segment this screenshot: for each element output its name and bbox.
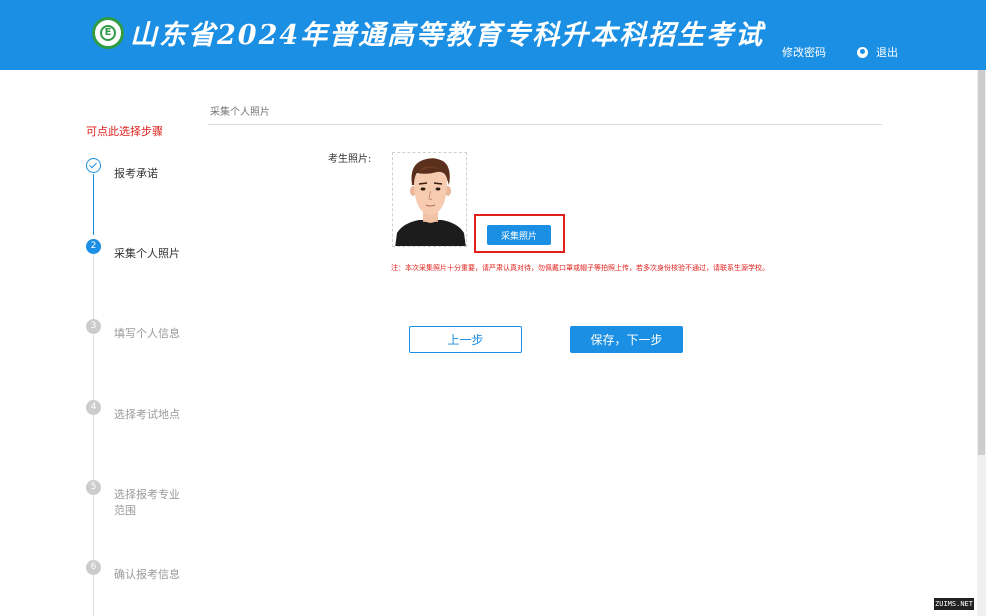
step-1-label[interactable]: 报考承诺 bbox=[114, 166, 186, 182]
step-2-label[interactable]: 采集个人照片 bbox=[114, 246, 186, 262]
watermark: ZUIMS.NET bbox=[934, 598, 974, 610]
step-connector bbox=[93, 335, 94, 401]
photo-notice: 注：本次采集照片十分重要，请严肃认真对待，勿佩戴口罩或帽子等拍照上传，若多次身份… bbox=[391, 264, 769, 272]
step-connector bbox=[93, 254, 94, 321]
step-3-label[interactable]: 填写个人信息 bbox=[114, 326, 186, 342]
step-2-marker[interactable]: 2 bbox=[86, 239, 101, 254]
top-header: E 山东省2024年普通高等教育专科升本科招生考试 修改密码 退出 bbox=[0, 0, 986, 70]
steps-hint: 可点此选择步骤 bbox=[86, 125, 163, 138]
section-divider bbox=[208, 124, 882, 125]
capture-photo-button[interactable]: 采集照片 bbox=[487, 225, 551, 245]
user-icon bbox=[857, 46, 868, 58]
previous-step-button[interactable]: 上一步 bbox=[409, 326, 522, 353]
section-title: 采集个人照片 bbox=[210, 107, 270, 118]
step-5-marker[interactable]: 5 bbox=[86, 480, 101, 495]
step-4-label[interactable]: 选择考试地点 bbox=[114, 407, 186, 423]
step-1-check-icon[interactable] bbox=[86, 158, 101, 173]
step-connector bbox=[93, 174, 94, 235]
vertical-scrollbar[interactable] bbox=[977, 70, 986, 616]
save-next-button[interactable]: 保存，下一步 bbox=[570, 326, 683, 353]
step-connector bbox=[93, 495, 94, 561]
avatar-placeholder-icon bbox=[395, 158, 466, 246]
photo-label: 考生照片: bbox=[328, 154, 372, 165]
step-3-marker[interactable]: 3 bbox=[86, 319, 101, 334]
step-6-marker[interactable]: 6 bbox=[86, 560, 101, 575]
photo-preview bbox=[392, 152, 467, 247]
change-password-link[interactable]: 修改密码 bbox=[782, 44, 826, 60]
logout-link[interactable]: 退出 bbox=[857, 44, 898, 60]
step-6-label[interactable]: 确认报考信息 bbox=[114, 567, 186, 583]
step-connector bbox=[93, 415, 94, 481]
scrollbar-thumb[interactable] bbox=[978, 70, 985, 455]
step-connector bbox=[93, 575, 94, 616]
step-5-label[interactable]: 选择报考专业范围 bbox=[114, 487, 186, 519]
logo-letter: E bbox=[100, 25, 116, 41]
page-title: 山东省2024年普通高等教育专科升本科招生考试 bbox=[130, 20, 765, 51]
logout-label: 退出 bbox=[876, 46, 898, 59]
step-4-marker[interactable]: 4 bbox=[86, 400, 101, 415]
school-emblem-icon: E bbox=[92, 17, 124, 49]
